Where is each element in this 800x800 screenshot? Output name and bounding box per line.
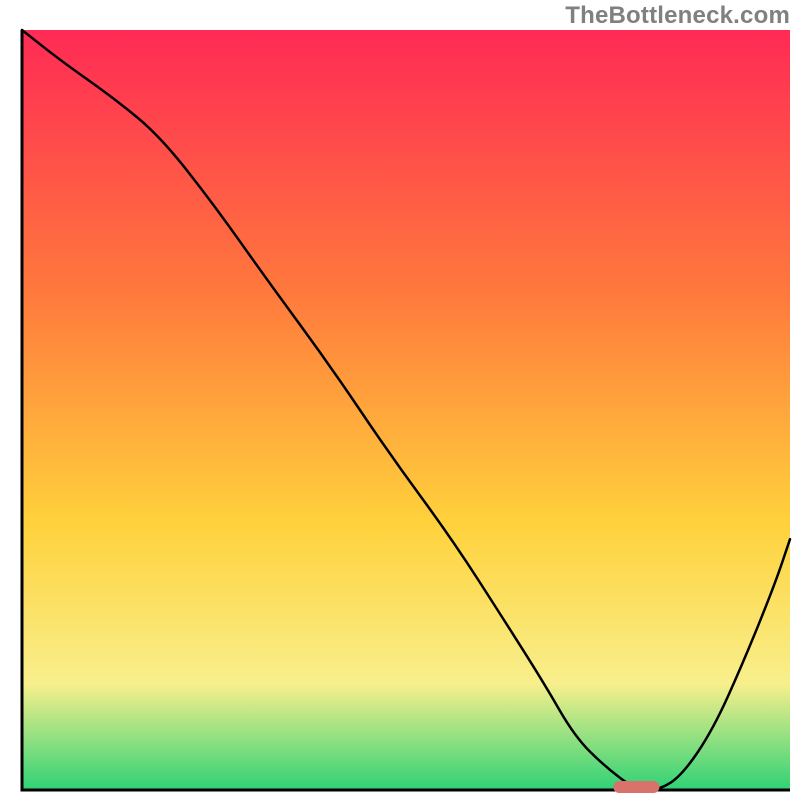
- bottleneck-chart: [0, 0, 800, 800]
- optimal-marker: [613, 781, 659, 793]
- chart-container: TheBottleneck.com: [0, 0, 800, 800]
- plot-background-gradient: [22, 30, 790, 790]
